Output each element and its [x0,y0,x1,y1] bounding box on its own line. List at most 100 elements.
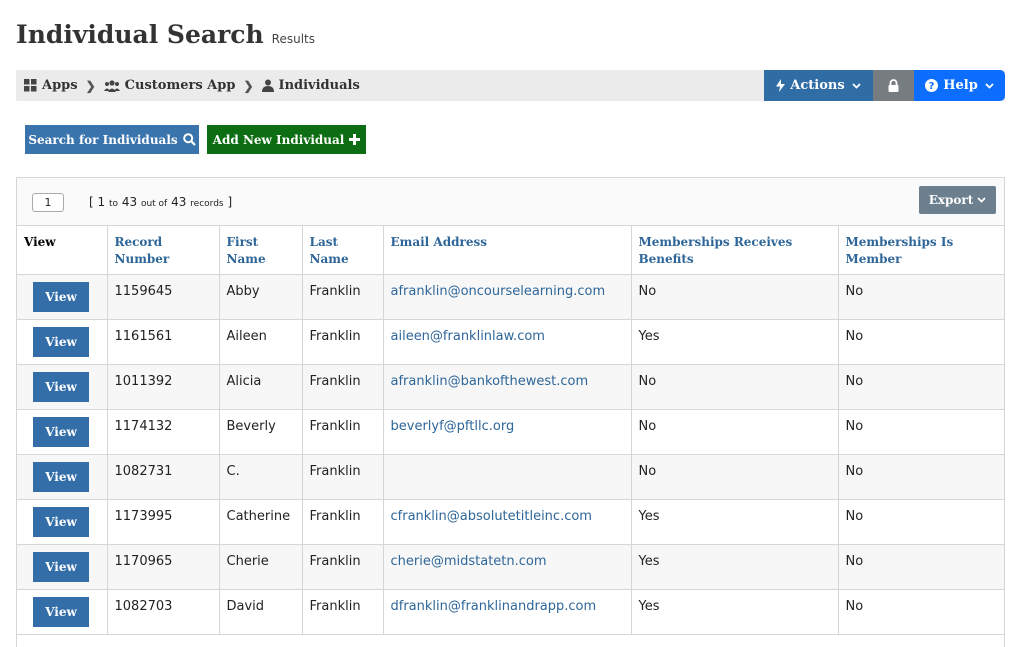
page-title: Individual Search [16,20,264,49]
range-start: [ 1 [89,195,106,209]
toolbar: Actions ? Help [764,70,1005,101]
is-member-cell: No [838,454,1004,500]
column-header-is-member[interactable]: Memberships Is Member [838,226,1004,275]
view-button[interactable]: View [33,416,89,447]
table-body: View 1159645 Abby Franklin afranklin@onc… [17,274,1004,635]
add-new-individual-button[interactable]: Add New Individual [207,125,366,154]
help-button[interactable]: ? Help [914,70,1005,101]
page-header: Individual Search Results [16,20,315,49]
results-panel: 1 [ 1 to 43 out of 43 records ] Export V… [16,177,1005,647]
grid-icon [24,79,37,92]
lock-icon [888,79,899,92]
chevron-down-icon [977,197,986,203]
chevron-right-icon: ❯ [85,78,96,93]
record-number-cell: 1082731 [107,454,220,500]
chevron-down-icon [985,82,994,89]
page-number-input[interactable]: 1 [32,193,64,212]
table-row: View 1159645 Abby Franklin afranklin@onc… [17,274,1004,320]
actions-label: Actions [790,78,845,93]
is-member-cell: No [838,319,1004,365]
range-to-text: to [108,199,119,209]
view-cell: View [17,274,108,320]
view-button[interactable]: View [33,461,89,492]
view-button[interactable]: View [33,506,89,537]
first-name-cell: Aileen [219,319,303,365]
view-cell: View [17,454,108,500]
is-member-cell: No [838,589,1004,635]
is-member-cell: No [838,364,1004,410]
range-end: 43 [121,195,138,209]
email-link[interactable] [383,454,632,500]
record-count: [ 1 to 43 out of 43 records ] [89,195,232,209]
view-button[interactable]: View [33,326,89,357]
last-name-cell: Franklin [302,319,384,365]
bolt-icon [776,79,786,92]
breadcrumb-label: Individuals [278,78,360,93]
view-button[interactable]: View [33,551,89,582]
record-number-cell: 1082703 [107,589,220,635]
last-name-cell: Franklin [302,589,384,635]
receives-benefits-cell: No [631,364,839,410]
actions-button[interactable]: Actions [764,70,873,101]
column-header-last-name[interactable]: Last Name [302,226,384,275]
first-name-cell: Catherine [219,499,303,545]
email-link[interactable]: afranklin@oncourselearning.com [383,274,632,320]
receives-benefits-cell: Yes [631,544,839,590]
search-icon [182,133,196,146]
email-link[interactable]: aileen@franklinlaw.com [383,319,632,365]
records-text: records [190,199,224,209]
export-label: Export [928,193,974,207]
receives-benefits-cell: Yes [631,499,839,545]
view-button[interactable]: View [33,281,89,312]
email-link[interactable]: afranklin@bankofthewest.com [383,364,632,410]
receives-benefits-cell: Yes [631,589,839,635]
record-number-cell: 1173995 [107,499,220,545]
table-row: View 1173995 Catherine Franklin cfrankli… [17,499,1004,545]
column-header-record-number[interactable]: Record Number [107,226,220,275]
export-button[interactable]: Export [919,186,996,214]
is-member-cell: No [838,274,1004,320]
search-button-label: Search for Individuals [28,132,178,147]
search-individuals-button[interactable]: Search for Individuals [25,125,199,154]
receives-benefits-cell: No [631,409,839,455]
first-name-cell: C. [219,454,303,500]
record-number-cell: 1011392 [107,364,220,410]
first-name-cell: Abby [219,274,303,320]
view-cell: View [17,319,108,365]
column-header-first-name[interactable]: First Name [219,226,303,275]
breadcrumb-label: Customers App [124,78,236,93]
record-number-cell: 1161561 [107,319,220,365]
breadcrumb-customers-app[interactable]: Customers App [103,78,236,93]
chevron-right-icon: ❯ [243,78,254,93]
last-name-cell: Franklin [302,499,384,545]
email-link[interactable]: dfranklin@franklinandrapp.com [383,589,632,635]
question-circle-icon: ? [925,79,939,92]
view-cell: View [17,499,108,545]
email-link[interactable]: cherie@midstatetn.com [383,544,632,590]
last-name-cell: Franklin [302,409,384,455]
email-link[interactable]: beverlyf@pftllc.org [383,409,632,455]
plus-icon [349,134,361,145]
lock-button[interactable] [873,70,914,101]
table-row: View 1082703 David Franklin dfranklin@fr… [17,589,1004,635]
column-header-email[interactable]: Email Address [383,226,632,275]
breadcrumb-individuals[interactable]: Individuals [261,78,360,93]
is-member-cell: No [838,544,1004,590]
users-icon [103,79,120,92]
last-name-cell: Franklin [302,544,384,590]
svg-text:?: ? [929,81,935,92]
breadcrumb-apps[interactable]: Apps [24,78,78,93]
chevron-down-icon [852,82,861,89]
view-cell: View [17,544,108,590]
table-row: View 1082731 C. Franklin No No [17,454,1004,500]
breadcrumb: Apps ❯ Customers App ❯ Individuals [24,70,360,101]
column-header-receives-benefits[interactable]: Memberships Receives Benefits [631,226,839,275]
breadcrumb-label: Apps [42,78,78,93]
user-icon [261,79,274,92]
view-button[interactable]: View [33,596,89,627]
email-link[interactable]: cfranklin@absolutetitleinc.com [383,499,632,545]
view-button[interactable]: View [33,371,89,402]
table-row: View 1011392 Alicia Franklin afranklin@b… [17,364,1004,410]
receives-benefits-cell: No [631,454,839,500]
breadcrumb-bar: Apps ❯ Customers App ❯ Individuals Actio… [16,70,1005,101]
